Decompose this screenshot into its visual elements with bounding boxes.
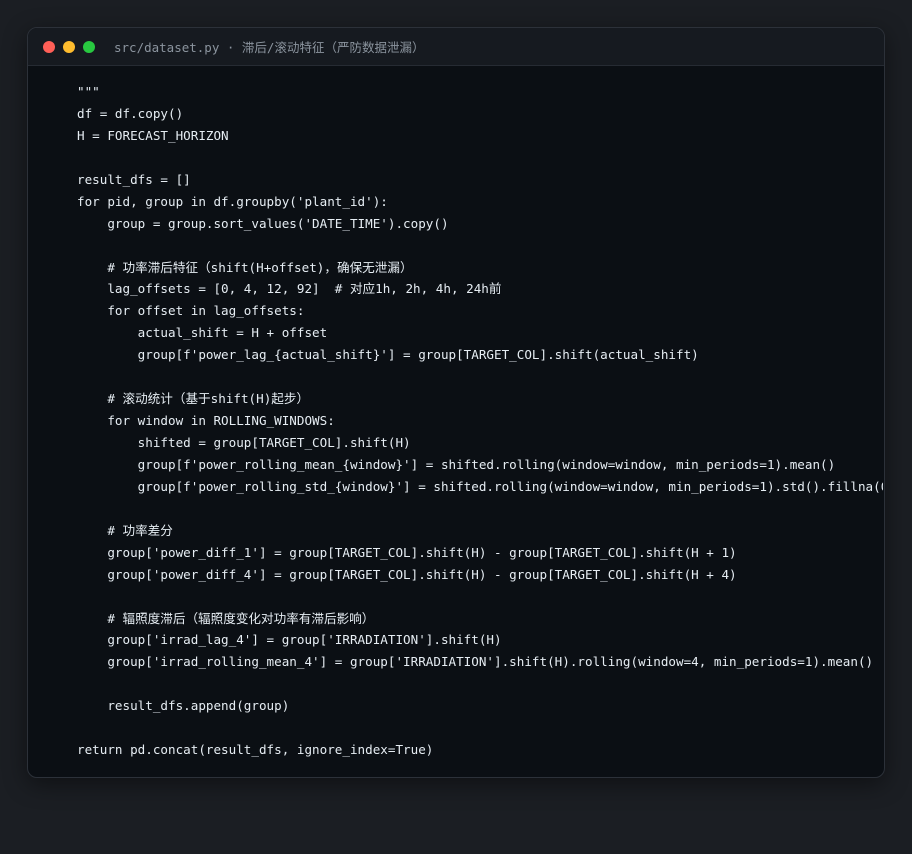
code-line: group[f'power_rolling_std_{window}'] = s… [77, 478, 883, 494]
code-line: return pd.concat(result_dfs, ignore_inde… [77, 742, 434, 758]
code-line: for offset in lag_offsets: [77, 303, 305, 319]
maximize-window-button[interactable] [83, 40, 95, 53]
code-line: actual_shift = H + offset [77, 325, 328, 341]
code-line: df = df.copy() [77, 105, 184, 121]
title-bar: src/dataset.py · 滞后/滚动特征（严防数据泄漏） [28, 28, 884, 66]
code-line: # 滚动统计（基于shift(H)起步） [77, 391, 310, 407]
code-line: group[f'power_lag_{actual_shift}'] = gro… [77, 347, 699, 363]
code-line: shifted = group[TARGET_COL].shift(H) [77, 435, 411, 450]
window-title: src/dataset.py · 滞后/滚动特征（严防数据泄漏） [114, 40, 425, 55]
code-line: lag_offsets = [0, 4, 12, 92] # 对应1h, 2h,… [77, 281, 502, 297]
code-line: group['irrad_rolling_mean_4'] = group['I… [77, 654, 874, 670]
code-line: group['irrad_lag_4'] = group['IRRADIATIO… [77, 632, 502, 648]
code-line: for pid, group in df.groupby('plant_id')… [77, 193, 388, 209]
code-window: src/dataset.py · 滞后/滚动特征（严防数据泄漏） """ df =… [27, 27, 885, 778]
code-line: result_dfs.append(group) [77, 698, 290, 714]
minimize-window-button[interactable] [63, 40, 75, 53]
code-line: group[f'power_rolling_mean_{window}'] = … [77, 456, 836, 472]
code-editor[interactable]: """ df = df.copy() H = FORECAST_HORIZONres… [77, 81, 883, 761]
code-line: H = FORECAST_HORIZON [77, 127, 229, 143]
code-line: # 功率差分 [77, 522, 173, 538]
code-line: # 功率滞后特征（shift(H+offset)，确保无泄漏） [77, 259, 413, 275]
close-window-button[interactable] [43, 40, 55, 53]
code-line: result_dfs = [] [77, 171, 191, 187]
code-line: group = group.sort_values('DATE_TIME').c… [77, 215, 449, 231]
code-line: # 辐照度滞后（辐照度变化对功率有滞后影响） [77, 610, 375, 626]
code-line: group['power_diff_4'] = group[TARGET_COL… [77, 566, 737, 582]
code-line: for window in ROLLING_WINDOWS: [77, 413, 335, 429]
code-line: """ [77, 84, 100, 99]
code-line: group['power_diff_1'] = group[TARGET_COL… [77, 544, 737, 560]
